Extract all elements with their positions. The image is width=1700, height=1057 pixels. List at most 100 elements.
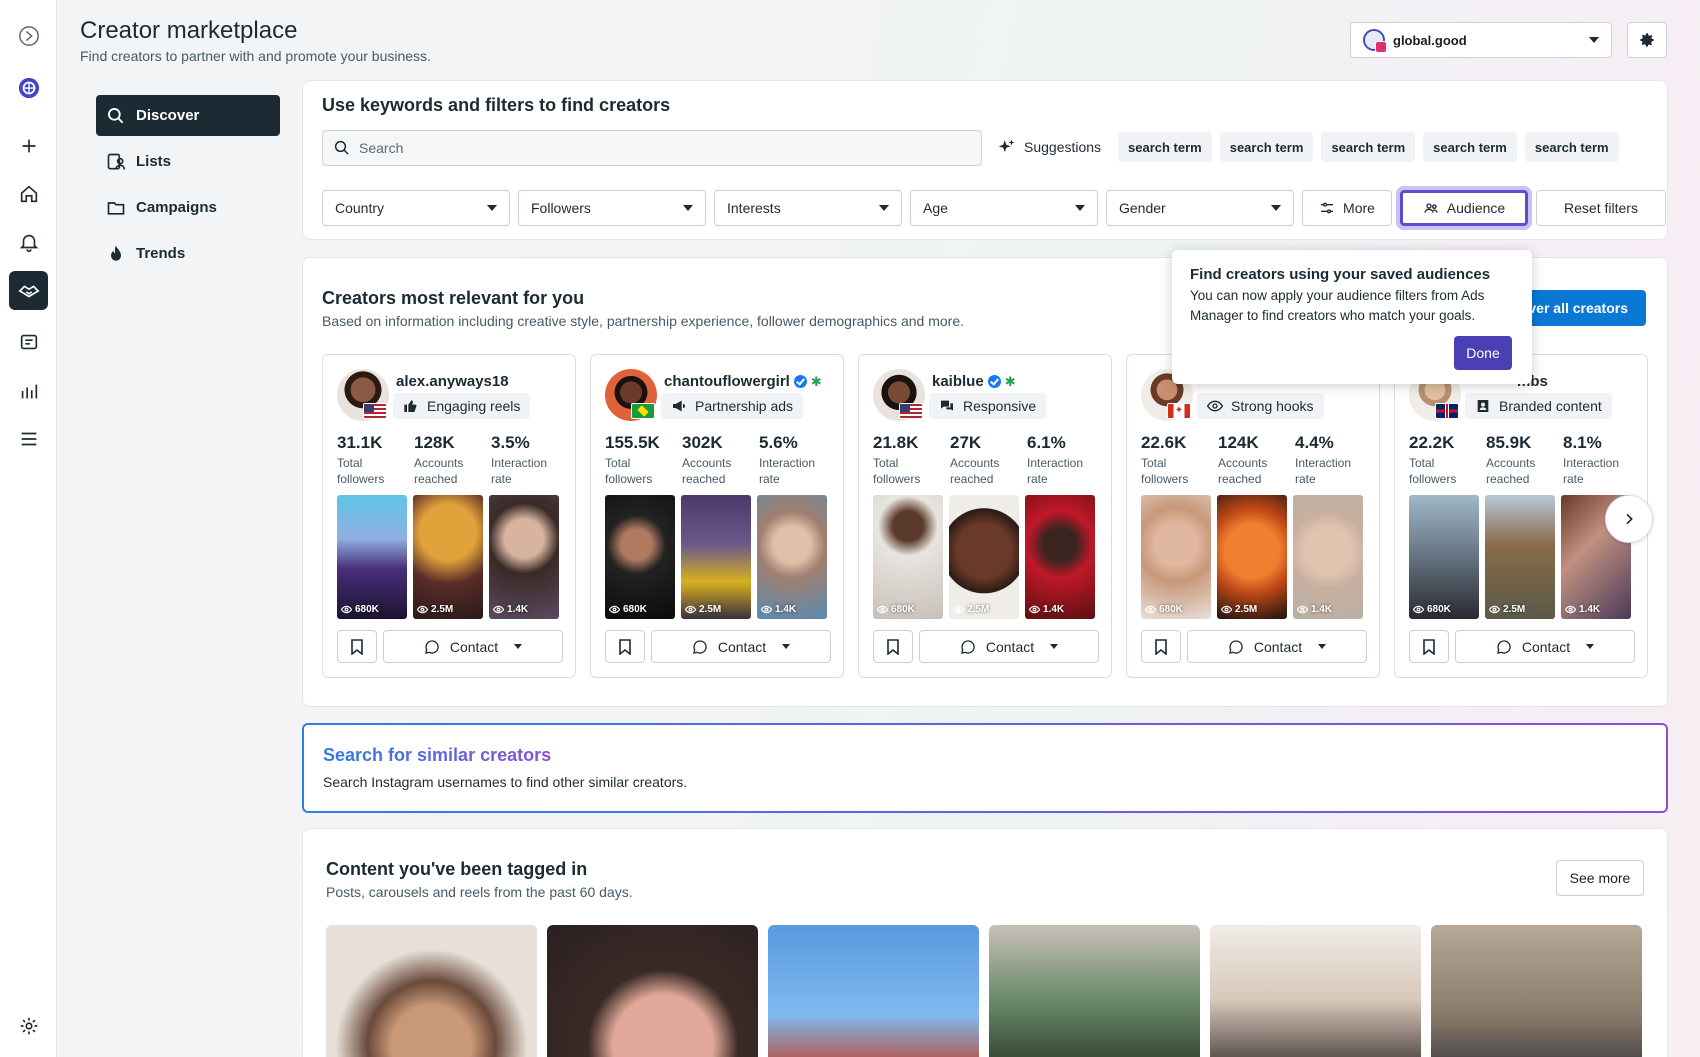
settings-gear-icon[interactable] (9, 1006, 48, 1045)
reel-thumbnail[interactable]: 2.5M (1217, 495, 1287, 619)
stat-label-line2: followers (1141, 472, 1189, 486)
notifications-icon[interactable] (9, 222, 48, 261)
relevant-title: Creators most relevant for you (322, 288, 585, 308)
creator-name[interactable]: alex.anyways18 (396, 373, 509, 390)
reel-thumbnail[interactable]: 680K (605, 495, 675, 619)
country-filter[interactable]: Country (322, 190, 510, 226)
creator-card[interactable]: ✦ Strong hooks 22.6K Total followers 124K A… (1126, 354, 1380, 678)
suggestion-chip[interactable]: search term (1118, 132, 1212, 162)
reel-views-count: 1.4K (1311, 604, 1333, 615)
reel-thumbnail[interactable]: 1.4K (1293, 495, 1363, 619)
contact-button[interactable]: Contact (919, 630, 1099, 663)
stat-label-line1: Total (873, 456, 899, 470)
sidebar-item-trends[interactable]: Trends (96, 233, 280, 274)
tagged-photo[interactable] (547, 925, 758, 1057)
creator-name[interactable]: kaiblue ✱ (932, 373, 1016, 390)
thumbs-up-icon (404, 400, 417, 412)
stat-label-line2: followers (873, 472, 921, 486)
save-creator-button[interactable] (1141, 630, 1181, 663)
suggestion-chip[interactable]: search term (1321, 132, 1416, 162)
insights-icon[interactable] (9, 371, 48, 410)
reel-views: 1.4K (1297, 604, 1332, 615)
similar-creators-card[interactable]: Search for similar creators Search Insta… (302, 723, 1668, 813)
suggestion-chip[interactable]: search term (1219, 132, 1314, 162)
meta-logo-icon[interactable] (9, 16, 48, 55)
save-creator-button[interactable] (873, 630, 913, 663)
stat-label: Accounts reached (1218, 455, 1295, 487)
stat-label: Total followers (1141, 455, 1218, 487)
tagged-photo[interactable] (326, 925, 537, 1057)
tagged-photo[interactable] (989, 925, 1200, 1057)
reel-thumbnail[interactable]: 2.5M (413, 495, 483, 619)
followers-filter[interactable]: Followers (518, 190, 706, 226)
stat-value: 128K (414, 433, 455, 452)
tagged-photo[interactable] (1210, 925, 1421, 1057)
create-icon[interactable] (9, 126, 48, 165)
creator-card[interactable]: chantouflowergirl ✱ Partnership ads 155.5… (590, 354, 844, 678)
suggestion-chip[interactable]: search term (1423, 132, 1517, 162)
reel-views: 2.5M (1221, 604, 1257, 615)
audience-button[interactable]: Audience (1396, 186, 1532, 230)
reel-views: 2.5M (1489, 604, 1525, 615)
carousel-next-button[interactable] (1605, 495, 1653, 543)
tagged-subtitle: Posts, carousels and reels from the past… (326, 884, 633, 900)
reel-thumbnail[interactable]: 2.5M (681, 495, 751, 619)
creator-tag: Engaging reels (393, 393, 531, 419)
filter-label: Followers (531, 200, 591, 216)
reel-thumbnail[interactable]: 680K (873, 495, 943, 619)
sidebar-item-discover[interactable]: Discover (96, 95, 280, 136)
contact-button[interactable]: Contact (1455, 630, 1635, 663)
more-filters-button[interactable]: More (1302, 190, 1392, 226)
reel-thumbnails: 680K 2.5M 1.4K (873, 495, 1095, 619)
account-avatar-icon[interactable] (9, 68, 48, 107)
age-filter[interactable]: Age (910, 190, 1098, 226)
save-creator-button[interactable] (337, 630, 377, 663)
home-icon[interactable] (9, 174, 48, 213)
contact-button[interactable]: Contact (383, 630, 563, 663)
star-icon: ✱ (810, 373, 822, 389)
reel-thumbnail[interactable]: 680K (1409, 495, 1479, 619)
reel-thumbnail[interactable]: 2.5M (949, 495, 1019, 619)
interests-filter[interactable]: Interests (714, 190, 902, 226)
reset-filters-button[interactable]: Reset filters (1536, 190, 1666, 226)
reel-thumbnail[interactable]: 680K (1141, 495, 1211, 619)
account-selector[interactable]: global.good (1350, 22, 1612, 58)
handshake-icon[interactable] (9, 271, 48, 310)
tagged-photo[interactable] (768, 925, 979, 1057)
contact-button[interactable]: Contact (1187, 630, 1367, 663)
done-button[interactable]: Done (1454, 336, 1512, 370)
chevron-down-icon (487, 205, 497, 211)
tagged-photo[interactable] (1431, 925, 1642, 1057)
creator-tag-label: Engaging reels (427, 398, 521, 414)
reel-views: 2.5M (953, 604, 989, 615)
creator-name[interactable]: chantouflowergirl ✱ (664, 373, 822, 390)
reel-thumbnail[interactable]: 1.4K (757, 495, 827, 619)
creator-card[interactable]: alex.anyways18 Engaging reels 31.1K Total… (322, 354, 576, 678)
see-more-button[interactable]: See more (1556, 860, 1644, 896)
stat-interaction: 4.4% Interaction rate (1295, 433, 1372, 487)
tagged-title: Content you've been tagged in (326, 859, 588, 879)
contact-label: Contact (1253, 638, 1303, 655)
gender-filter[interactable]: Gender (1106, 190, 1294, 226)
creator-actions: Contact (1141, 630, 1367, 663)
similar-title[interactable]: Search for similar creators (323, 745, 551, 766)
flame-icon (111, 245, 121, 261)
reel-thumbnail[interactable]: 680K (337, 495, 407, 619)
creator-card[interactable]: kaiblue ✱ Responsive 21.8K Total followers … (858, 354, 1112, 678)
sidebar-item-campaigns[interactable]: Campaigns (96, 187, 280, 228)
chevron-down-icon (1050, 644, 1059, 649)
stat-value: 5.6% (759, 433, 798, 452)
reel-thumbnail[interactable]: 1.4K (1025, 495, 1095, 619)
settings-button[interactable] (1627, 22, 1667, 58)
creator-tag-label: Branded content (1499, 398, 1602, 414)
contact-button[interactable]: Contact (651, 630, 831, 663)
menu-icon[interactable] (9, 419, 48, 458)
search-input[interactable]: Search (322, 130, 982, 166)
suggestion-chip[interactable]: search term (1524, 132, 1619, 162)
reel-thumbnail[interactable]: 1.4K (489, 495, 559, 619)
content-icon[interactable] (9, 322, 48, 361)
save-creator-button[interactable] (1409, 630, 1449, 663)
reel-thumbnail[interactable]: 2.5M (1485, 495, 1555, 619)
sidebar-item-lists[interactable]: Lists (96, 141, 280, 182)
save-creator-button[interactable] (605, 630, 645, 663)
